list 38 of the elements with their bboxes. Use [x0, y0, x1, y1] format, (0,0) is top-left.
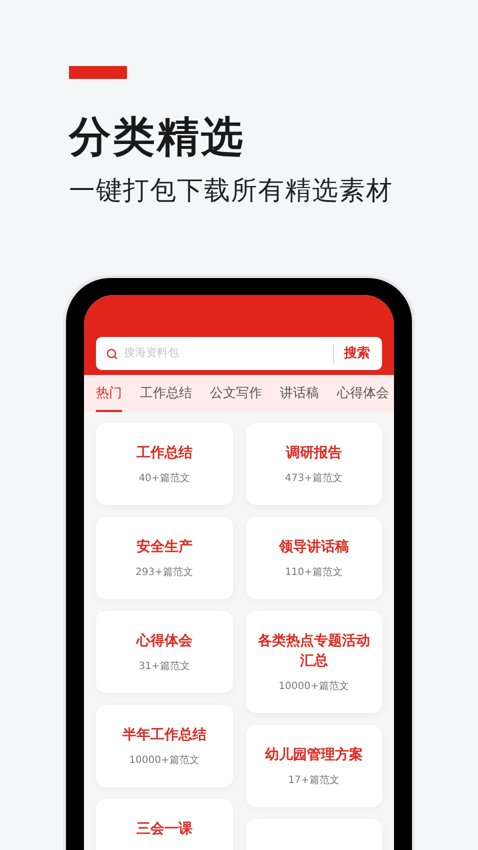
search-input[interactable]: 搜海资料包 — [124, 345, 333, 362]
category-title: 安全生产 — [136, 538, 192, 557]
category-title: 调研报告 — [286, 444, 342, 463]
category-title: 领导讲话稿 — [278, 538, 349, 557]
category-tab[interactable]: 讲话稿 — [280, 375, 319, 412]
category-tab[interactable]: 公文写作 — [210, 375, 262, 412]
category-card[interactable]: 半年工作总结 10000+篇范文 — [96, 705, 232, 787]
headline-subtitle: 一键打包下载所有精选素材 — [69, 175, 394, 208]
article-count: 17+篇范文 — [288, 774, 340, 788]
category-card[interactable]: 工作总结 40+篇范文 — [96, 423, 232, 505]
search-bar[interactable]: 搜海资料包 搜索 — [96, 337, 382, 370]
article-count: 10000+篇范文 — [129, 754, 200, 768]
category-tab[interactable]: 心得体会 — [337, 375, 389, 412]
search-button[interactable]: 搜索 — [334, 344, 370, 364]
article-count: 31+篇范文 — [138, 660, 190, 674]
category-card[interactable]: 三会一课 — [96, 799, 232, 850]
category-title: 半年工作总结 — [122, 726, 206, 745]
category-card[interactable]: 幼儿园管理方案 17+篇范文 — [246, 725, 382, 807]
category-title: 心得体会 — [136, 632, 192, 651]
headline-title: 分类精选 — [69, 111, 246, 163]
category-title: 各类热点专题活动汇总 — [256, 632, 371, 671]
category-title: 三会一课 — [136, 820, 192, 839]
category-tab[interactable]: 工作总结 — [140, 375, 192, 412]
article-count: 40+篇范文 — [138, 472, 190, 486]
article-count: 473+篇范文 — [285, 472, 342, 486]
article-count: 293+篇范文 — [136, 566, 193, 580]
category-card[interactable]: 心得体会 31+篇范文 — [96, 611, 232, 693]
article-count: 110+篇范文 — [285, 566, 342, 580]
article-count: 10000+篇范文 — [278, 680, 349, 694]
accent-bar — [69, 66, 127, 79]
category-card[interactable]: 各类热点专题活动汇总 10000+篇范文 — [246, 611, 382, 713]
search-icon — [106, 348, 118, 360]
category-title: 幼儿园管理方案 — [264, 746, 363, 765]
category-card[interactable]: 安全生产 293+篇范文 — [96, 517, 232, 599]
category-card[interactable]: 领导讲话稿 110+篇范文 — [246, 517, 382, 599]
category-card[interactable]: 调研报告 473+篇范文 — [246, 423, 382, 505]
category-title: 工作总结 — [136, 444, 192, 463]
category-tab[interactable]: 热门 — [96, 375, 122, 412]
